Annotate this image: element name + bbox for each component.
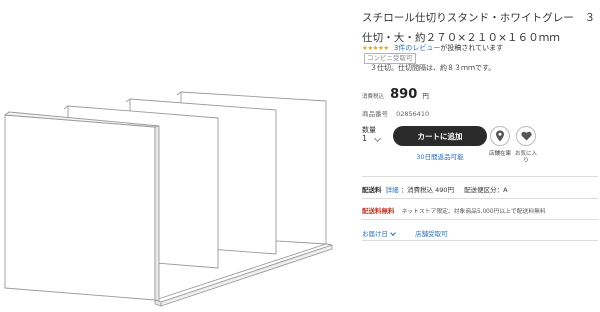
favorite-button[interactable] [516,126,536,146]
favorite-caption: お気に入り [514,151,537,164]
product-title-block: スチロール仕切りスタンド・ホワイトグレー ３仕切・大・約２７０×２１０×１６０ｍ… [362,6,598,65]
shipping-category: 配送便区分：A [464,186,508,194]
divider [362,198,598,199]
delivery-date-label: お届け日 [362,230,388,238]
quantity-value: 1 [362,134,368,143]
product-title: スチロール仕切りスタンド・ホワイトグレー ３仕切・大・約２７０×２１０×１６０ｍ… [362,12,596,44]
store-stock-button[interactable] [490,126,510,146]
add-to-cart-button[interactable]: カートに追加 [393,126,487,146]
review-link[interactable]: 3件のレビュー [394,44,440,52]
chevron-down-icon [373,134,382,143]
rating-stars-icon: ★★★★★ [362,44,389,52]
return-policy-link[interactable]: 30日間返品可能 [393,151,487,161]
free-shipping-title: 配送料無料 [362,207,395,215]
delivery-date-toggle[interactable]: お届け日 [362,228,396,238]
price-row: 消費税込 890 円 [362,83,429,102]
product-image [4,91,333,307]
product-code-label: 商品番号 [362,110,388,118]
delivery-nav-row: お届け日 店舗受取可 [362,228,448,238]
free-shipping-row: 配送料無料 ネットストア限定、対象商品5,000円以上で配送料無料 [362,205,546,215]
price-value: 890 [390,87,418,102]
divider [362,240,598,241]
price-unit: 円 [422,92,429,100]
quantity-select[interactable]: 1 [362,134,388,148]
review-suffix: が投稿されています [440,44,504,52]
divider [362,176,598,177]
divider [362,219,598,220]
price-tax-label: 消費税込 [362,94,385,100]
shipping-fee: ：消費税込 490円 [400,186,455,194]
shipping-row: 配送料 詳細 ：消費税込 490円 配送便区分：A [362,184,508,194]
store-stock-caption: 店舗在庫 [488,151,511,157]
shipping-label: 配送料 [362,186,382,194]
shipping-detail-link[interactable]: 詳細 [386,186,399,194]
store-pickup-link[interactable]: 店舗受取可 [415,228,448,238]
heart-icon [520,131,532,141]
product-description: ３仕切。仕切間隔は、約８３ｍｍです。 [370,64,496,72]
map-pin-icon [496,130,504,142]
product-code: 商品番号 02856410 [362,108,429,118]
rating-row: ★★★★★ 3件のレビューが投稿されています [362,43,503,53]
free-shipping-note: ネットストア限定、対象商品5,000円以上で配送料無料 [401,209,546,215]
chevron-down-icon [390,230,396,236]
product-code-value: 02856410 [396,110,430,118]
